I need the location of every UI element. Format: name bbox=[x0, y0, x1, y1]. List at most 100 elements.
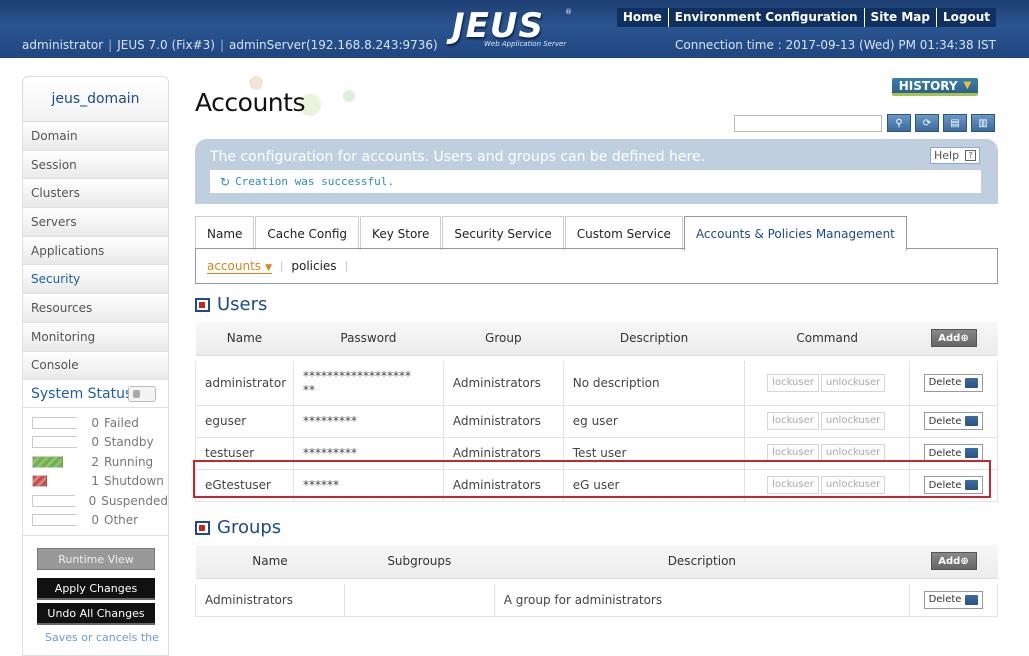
subtab-policies[interactable]: policies bbox=[291, 259, 336, 273]
column-header-name: Name bbox=[195, 545, 345, 579]
status-count: 0 bbox=[91, 435, 99, 450]
add-column: Add ⊕ bbox=[909, 322, 998, 356]
sidebar-item-domain[interactable]: Domain bbox=[22, 122, 169, 151]
status-row-suspended: 0 Suspended bbox=[32, 491, 168, 511]
search-input[interactable] bbox=[734, 115, 882, 132]
user-password-cell: ****************** ** bbox=[292, 361, 444, 406]
sidebar-item-applications[interactable]: Applications bbox=[22, 236, 169, 266]
command-cell: lockuser unlockuser bbox=[744, 437, 911, 470]
sidebar-item-servers[interactable]: Servers bbox=[22, 208, 169, 237]
config-tabs: Name Cache Config Key Store Security Ser… bbox=[195, 216, 908, 251]
info-separator: | bbox=[108, 38, 113, 52]
lockuser-button[interactable]: lockuser bbox=[767, 373, 819, 392]
sidebar-item-security[interactable]: Security bbox=[22, 265, 169, 295]
section-icon bbox=[195, 520, 210, 535]
lockuser-button[interactable]: lockuser bbox=[767, 476, 819, 494]
status-message: ↻ Creation was successful. bbox=[210, 170, 981, 193]
xml-export-icon[interactable]: ▤ bbox=[943, 114, 967, 132]
sidebar-item-clusters[interactable]: Clusters bbox=[22, 179, 169, 209]
add-column: Add ⊕ bbox=[909, 545, 998, 579]
groups-table: Name Subgroups Description Add ⊕ Adminis… bbox=[195, 545, 998, 617]
delete-label: Delete bbox=[928, 377, 962, 389]
help-button[interactable]: Help? bbox=[930, 147, 980, 164]
delete-label: Delete bbox=[928, 415, 962, 427]
command-cell: lockuser unlockuser bbox=[744, 405, 911, 438]
delete-cell: Delete bbox=[909, 361, 998, 406]
column-header-description: Description bbox=[563, 322, 745, 356]
toggle-icon[interactable] bbox=[128, 386, 156, 403]
delete-user-button[interactable]: Delete bbox=[923, 412, 984, 430]
user-name-cell: eGtestuser bbox=[195, 469, 294, 502]
delete-cell: Delete bbox=[909, 469, 998, 502]
system-status-list: 0 Failed 0 Standby 2 Running 1 Shutdown … bbox=[22, 408, 169, 537]
unlockuser-button[interactable]: unlockuser bbox=[820, 444, 886, 462]
user-name-cell: eguser bbox=[195, 405, 294, 438]
delete-icon bbox=[965, 480, 979, 490]
subtab-accounts[interactable]: accounts ▼ bbox=[207, 259, 272, 274]
delete-user-button[interactable]: Delete bbox=[923, 476, 984, 494]
help-label: Help bbox=[934, 149, 960, 162]
page-title: Accounts bbox=[195, 88, 305, 117]
sidebar-item-monitoring[interactable]: Monitoring bbox=[22, 322, 169, 352]
lockuser-button[interactable]: lockuser bbox=[767, 444, 819, 462]
add-group-button[interactable]: Add ⊕ bbox=[930, 552, 977, 571]
column-header-password: Password bbox=[293, 322, 444, 356]
tab-custom-service[interactable]: Custom Service bbox=[564, 216, 683, 250]
tab-cache-config[interactable]: Cache Config bbox=[255, 216, 360, 250]
logo-registered-mark: ® bbox=[565, 8, 572, 16]
search-icon[interactable]: ⚲ bbox=[887, 114, 911, 132]
unlockuser-button[interactable]: unlockuser bbox=[820, 476, 886, 494]
sidebar-item-resources[interactable]: Resources bbox=[22, 294, 169, 323]
delete-label: Delete bbox=[928, 479, 962, 491]
undo-all-changes-button[interactable]: Undo All Changes bbox=[37, 603, 155, 626]
user-group-cell: Administrators bbox=[442, 405, 564, 438]
nav-home[interactable]: Home bbox=[616, 8, 668, 27]
delete-group-button[interactable]: Delete bbox=[923, 590, 984, 609]
delete-cell: Delete bbox=[909, 405, 998, 438]
column-header-name: Name bbox=[195, 322, 294, 356]
status-bar bbox=[32, 436, 77, 449]
page-description: The configuration for accounts. Users an… bbox=[210, 149, 706, 165]
domain-name[interactable]: jeus_domain bbox=[22, 76, 169, 122]
add-user-button[interactable]: Add ⊕ bbox=[930, 329, 977, 348]
logo-subtitle: Web Application Server bbox=[484, 40, 567, 48]
tab-name[interactable]: Name bbox=[195, 216, 255, 250]
tab-key-store[interactable]: Key Store bbox=[360, 216, 442, 250]
status-count: 0 bbox=[88, 493, 97, 508]
session-info: administrator | JEUS 7.0 (Fix#3) | adminServ… bbox=[22, 38, 438, 52]
tab-accounts-policies-management[interactable]: Accounts & Policies Management bbox=[683, 216, 907, 251]
user-description-cell: Test user bbox=[562, 437, 746, 470]
subtab-accounts-label: accounts bbox=[207, 258, 262, 273]
group-subgroups-cell bbox=[343, 584, 495, 617]
status-label: Running bbox=[104, 454, 154, 469]
delete-icon bbox=[965, 377, 979, 388]
delete-icon bbox=[965, 448, 979, 458]
sidebar-item-console[interactable]: Console bbox=[22, 351, 169, 381]
runtime-view-button[interactable]: Runtime View bbox=[37, 548, 155, 571]
refresh-icon[interactable]: ⟳ bbox=[915, 114, 939, 132]
unlockuser-button[interactable]: unlockuser bbox=[820, 373, 886, 392]
history-button[interactable]: HISTORY ▼ bbox=[892, 78, 978, 96]
status-row-failed: 0 Failed bbox=[32, 413, 168, 433]
xml-import-icon[interactable]: ▥ bbox=[971, 114, 995, 132]
history-label: HISTORY bbox=[898, 78, 958, 93]
unlockuser-button[interactable]: unlockuser bbox=[820, 412, 886, 430]
user-password-cell: ****** bbox=[292, 469, 444, 502]
info-separator: | bbox=[219, 38, 225, 52]
tab-security-service[interactable]: Security Service bbox=[442, 216, 564, 250]
user-group-cell: Administrators bbox=[442, 361, 564, 406]
lockuser-button[interactable]: lockuser bbox=[767, 412, 819, 430]
delete-cell: Delete bbox=[909, 437, 998, 470]
sidebar-item-session[interactable]: Session bbox=[22, 150, 169, 180]
apply-changes-button[interactable]: Apply Changes bbox=[37, 578, 155, 601]
delete-user-button[interactable]: Delete bbox=[923, 373, 984, 392]
nav-site-map[interactable]: Site Map bbox=[864, 8, 936, 27]
user-description-cell: eG user bbox=[562, 469, 746, 502]
user-group-cell: Administrators bbox=[442, 469, 564, 502]
status-row-other: 0 Other bbox=[32, 511, 168, 531]
user-name-cell: testuser bbox=[195, 437, 294, 470]
sidebar: jeus_domain Domain Session Clusters Serv… bbox=[22, 76, 169, 656]
nav-environment-configuration[interactable]: Environment Configuration bbox=[668, 8, 864, 27]
nav-logout[interactable]: Logout bbox=[936, 8, 996, 27]
delete-user-button[interactable]: Delete bbox=[923, 444, 984, 462]
